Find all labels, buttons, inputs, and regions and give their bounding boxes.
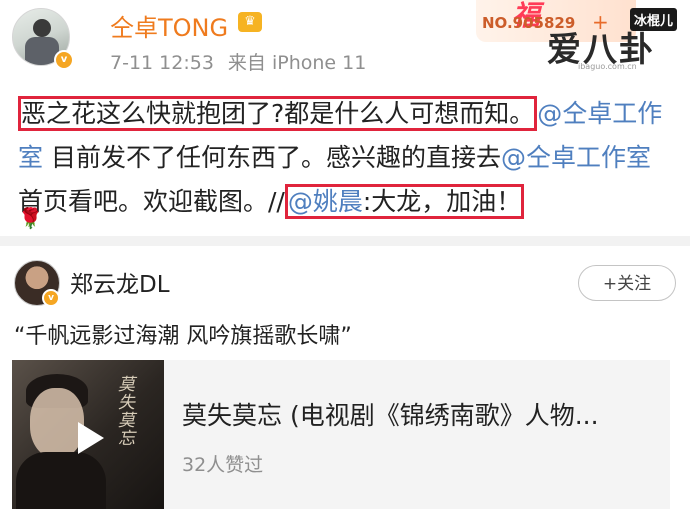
highlight-box-1: 恶之花这么快就抱团了?都是什么人可想而知。: [18, 96, 538, 131]
post-time: 7-11 12:53: [110, 52, 214, 74]
verified-badge-icon: v: [54, 50, 74, 70]
cover-face: [30, 388, 84, 458]
post-source: 来自 iPhone 11: [227, 52, 367, 74]
cover-calligraphy: 莫失莫忘: [118, 375, 135, 449]
post-text-part3: 首页看吧。欢迎截图。//: [18, 187, 285, 216]
shared-quote: “千帆远影过海潮 风吟旗摇歌长啸”: [14, 324, 352, 349]
post-text-part1: 恶之花这么快就抱团了?都是什么人可想而知。: [21, 99, 535, 128]
highlight-box-2: @姚晨:大龙，加油！: [284, 184, 525, 219]
play-icon[interactable]: [78, 422, 104, 454]
media-likes: 32人赞过: [182, 454, 264, 476]
media-title[interactable]: 莫失莫忘 (电视剧《锦绣南歌》人物...: [182, 396, 599, 432]
post-text-part2: 目前发不了任何东西了。感兴趣的直接去: [43, 143, 501, 172]
post-text-part4: :大龙，加油！: [362, 187, 522, 216]
crown-icon: ♛: [238, 12, 262, 32]
shared-verified-badge-icon: v: [42, 289, 60, 307]
post-meta: 7-11 12:53 来自 iPhone 11: [110, 48, 366, 75]
cover-body: [16, 452, 106, 509]
mention-yaochen[interactable]: @姚晨: [288, 187, 363, 216]
rose-icon: 🌹: [18, 206, 43, 230]
watermark-url: ibaguo.com.cn: [578, 62, 637, 71]
shared-username[interactable]: 郑云龙DL: [70, 265, 170, 299]
post-username[interactable]: 仝卓TONG: [110, 8, 228, 43]
mention-studio-2[interactable]: @仝卓工作室: [501, 143, 651, 172]
divider: [0, 236, 690, 246]
post-text: 恶之花这么快就抱团了?都是什么人可想而知。 @仝卓工作室 目前发不了任何东西了。感…: [18, 92, 678, 224]
avatar-figure-head: [33, 19, 51, 37]
follow-button[interactable]: +关注: [578, 265, 676, 301]
